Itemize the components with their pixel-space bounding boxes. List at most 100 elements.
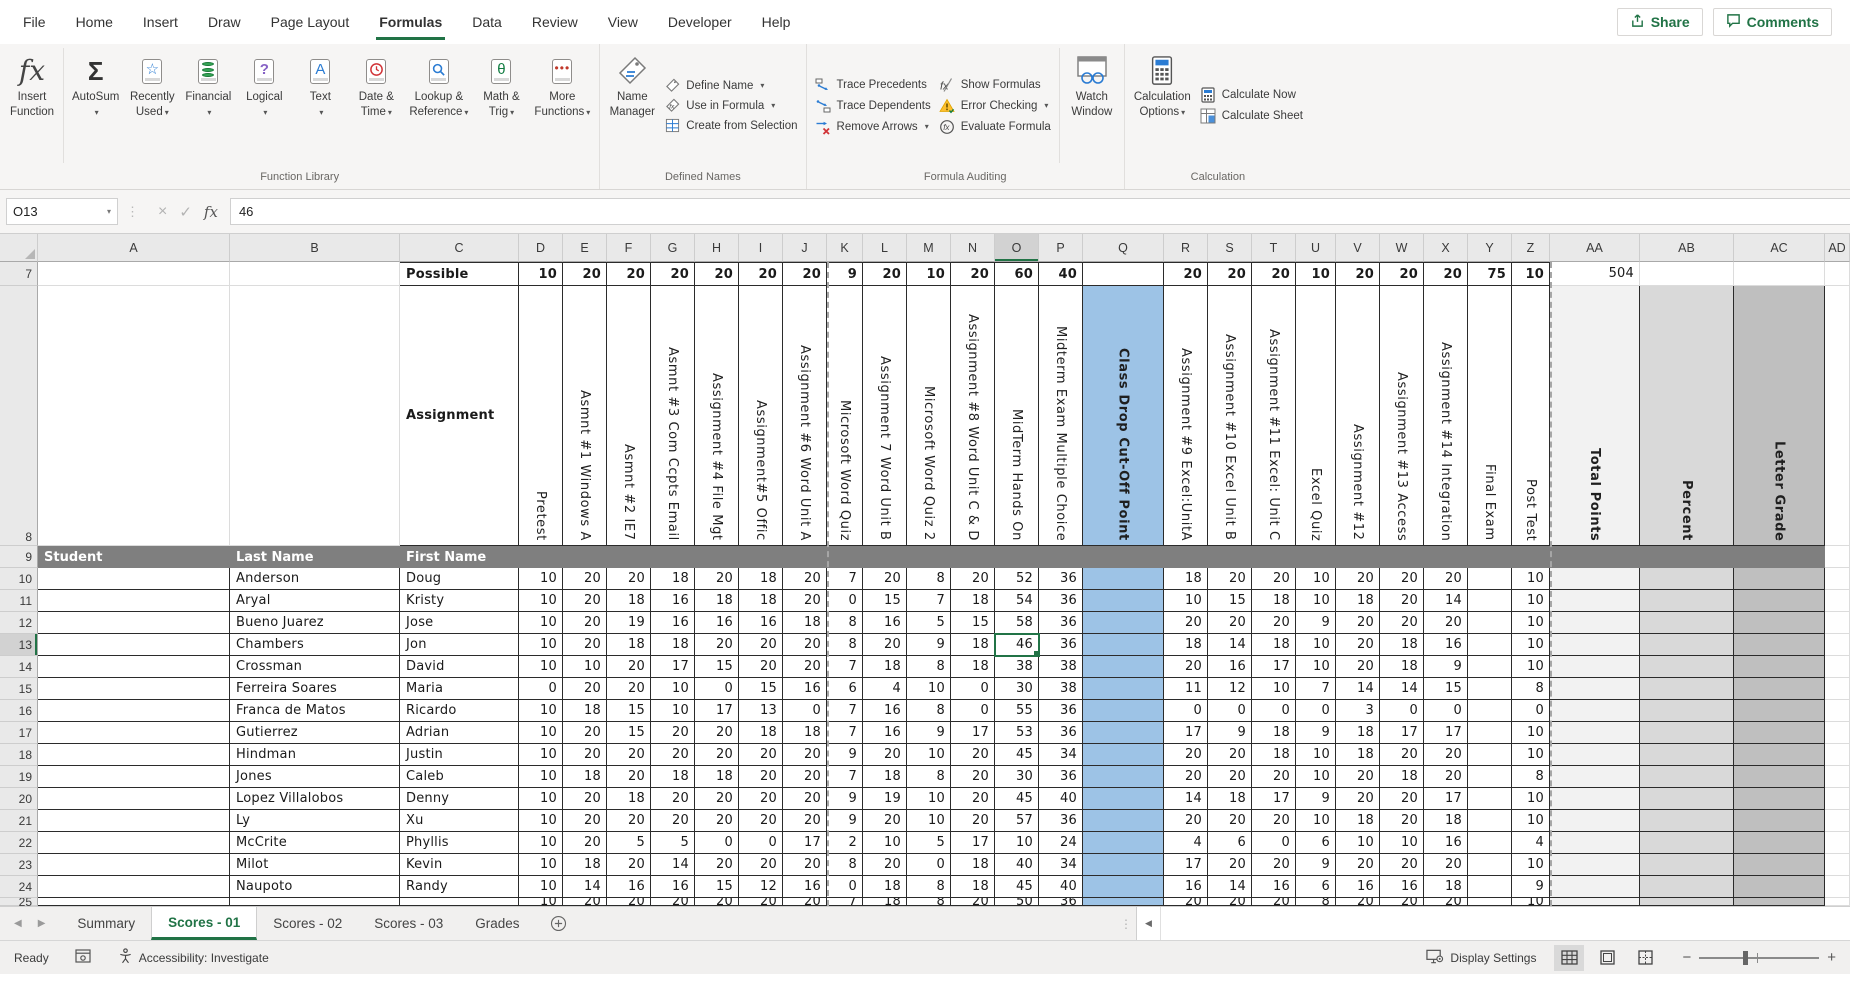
- cell-C18[interactable]: Justin: [400, 744, 519, 766]
- show-formulas-button[interactable]: fx Show Formulas: [939, 77, 1051, 93]
- cell-H23[interactable]: 20: [695, 854, 739, 876]
- cell-I24[interactable]: 12: [739, 876, 783, 898]
- cell-G8[interactable]: Asmnt #3 Com Ccpts Email: [651, 286, 695, 546]
- cell-O25[interactable]: 50: [995, 898, 1039, 906]
- cell-U11[interactable]: 10: [1296, 590, 1336, 612]
- column-header-V[interactable]: V: [1336, 234, 1380, 262]
- cell-M7[interactable]: 10: [907, 262, 951, 286]
- cell-I16[interactable]: 13: [739, 700, 783, 722]
- ribbon-tab-review[interactable]: Review: [517, 0, 593, 44]
- cell-AB18[interactable]: [1640, 744, 1734, 766]
- cell-K12[interactable]: 8: [827, 612, 863, 634]
- cell-P15[interactable]: 38: [1039, 678, 1083, 700]
- cell-O8[interactable]: MidTerm Hands On: [995, 286, 1039, 546]
- cell-V24[interactable]: 16: [1336, 876, 1380, 898]
- cell-P23[interactable]: 34: [1039, 854, 1083, 876]
- cell-R22[interactable]: 4: [1164, 832, 1208, 854]
- cell-D23[interactable]: 10: [519, 854, 563, 876]
- cell-Z18[interactable]: 10: [1512, 744, 1550, 766]
- cell-N22[interactable]: 17: [951, 832, 995, 854]
- cell-E25[interactable]: 20: [563, 898, 607, 906]
- cell-S11[interactable]: 15: [1208, 590, 1252, 612]
- cell-W10[interactable]: 20: [1380, 568, 1424, 590]
- cell-P25[interactable]: 36: [1039, 898, 1083, 906]
- cell-Q7[interactable]: [1083, 262, 1164, 286]
- cell-L21[interactable]: 20: [863, 810, 907, 832]
- cell-D14[interactable]: 10: [519, 656, 563, 678]
- cell-I22[interactable]: 0: [739, 832, 783, 854]
- cell-D24[interactable]: 10: [519, 876, 563, 898]
- cell-Y23[interactable]: [1468, 854, 1512, 876]
- cell-H24[interactable]: 15: [695, 876, 739, 898]
- cell-N20[interactable]: 20: [951, 788, 995, 810]
- cell-AD17[interactable]: [1825, 722, 1850, 744]
- cell-X14[interactable]: 9: [1424, 656, 1468, 678]
- cell-AA18[interactable]: [1550, 744, 1640, 766]
- cell-Q22[interactable]: [1083, 832, 1164, 854]
- cell-V13[interactable]: 20: [1336, 634, 1380, 656]
- cell-AD24[interactable]: [1825, 876, 1850, 898]
- cell-O22[interactable]: 10: [995, 832, 1039, 854]
- cell-G20[interactable]: 20: [651, 788, 695, 810]
- cell-AA20[interactable]: [1550, 788, 1640, 810]
- cell-X8[interactable]: Assignment #14 Integration: [1424, 286, 1468, 546]
- cell-U21[interactable]: 10: [1296, 810, 1336, 832]
- cell-T22[interactable]: 0: [1252, 832, 1296, 854]
- cell-V23[interactable]: 20: [1336, 854, 1380, 876]
- cell-Q20[interactable]: [1083, 788, 1164, 810]
- column-header-AA[interactable]: AA: [1550, 234, 1640, 262]
- cell-AD22[interactable]: [1825, 832, 1850, 854]
- cell-Y14[interactable]: [1468, 656, 1512, 678]
- cell-M22[interactable]: 5: [907, 832, 951, 854]
- cell-Z10[interactable]: 10: [1512, 568, 1550, 590]
- cell-AA7[interactable]: 504: [1550, 262, 1640, 286]
- cell-S18[interactable]: 20: [1208, 744, 1252, 766]
- cell-F7[interactable]: 20: [607, 262, 651, 286]
- cell-P24[interactable]: 40: [1039, 876, 1083, 898]
- cell-H18[interactable]: 20: [695, 744, 739, 766]
- cell-AB17[interactable]: [1640, 722, 1734, 744]
- cell-F8[interactable]: Asmnt #2 IE7: [607, 286, 651, 546]
- cell-H17[interactable]: 20: [695, 722, 739, 744]
- cell-T16[interactable]: 0: [1252, 700, 1296, 722]
- column-header-AD[interactable]: AD: [1825, 234, 1850, 262]
- cell-S24[interactable]: 14: [1208, 876, 1252, 898]
- insert-function-button[interactable]: fx Insert Function: [4, 46, 60, 165]
- row-header-24[interactable]: 24: [0, 876, 38, 898]
- cell-P11[interactable]: 36: [1039, 590, 1083, 612]
- cell-M24[interactable]: 8: [907, 876, 951, 898]
- cell-D11[interactable]: 10: [519, 590, 563, 612]
- cell-R24[interactable]: 16: [1164, 876, 1208, 898]
- cell-C7[interactable]: Possible: [400, 262, 519, 286]
- cell-M20[interactable]: 10: [907, 788, 951, 810]
- cell-AA19[interactable]: [1550, 766, 1640, 788]
- cell-C20[interactable]: Denny: [400, 788, 519, 810]
- cell-V25[interactable]: 20: [1336, 898, 1380, 906]
- ribbon-tab-page-layout[interactable]: Page Layout: [256, 0, 365, 44]
- cell-Y24[interactable]: [1468, 876, 1512, 898]
- cell-U17[interactable]: 9: [1296, 722, 1336, 744]
- cell-L12[interactable]: 16: [863, 612, 907, 634]
- cell-X11[interactable]: 14: [1424, 590, 1468, 612]
- cell-J10[interactable]: 20: [783, 568, 827, 590]
- cell-O17[interactable]: 53: [995, 722, 1039, 744]
- row-header-23[interactable]: 23: [0, 854, 38, 876]
- cell-U8[interactable]: Excel Quiz: [1296, 286, 1336, 546]
- cell-Q12[interactable]: [1083, 612, 1164, 634]
- cell-A21[interactable]: [38, 810, 230, 832]
- cell-AC14[interactable]: [1734, 656, 1825, 678]
- cell-M16[interactable]: 8: [907, 700, 951, 722]
- column-header-AC[interactable]: AC: [1734, 234, 1825, 262]
- cell-AB23[interactable]: [1640, 854, 1734, 876]
- cell-N17[interactable]: 17: [951, 722, 995, 744]
- cell-X23[interactable]: 20: [1424, 854, 1468, 876]
- cell-C15[interactable]: Maria: [400, 678, 519, 700]
- cell-AD16[interactable]: [1825, 700, 1850, 722]
- cell-B21[interactable]: Ly: [230, 810, 400, 832]
- row-header-8[interactable]: 8: [0, 286, 38, 546]
- cell-W13[interactable]: 18: [1380, 634, 1424, 656]
- cell-C13[interactable]: Jon: [400, 634, 519, 656]
- cell-C25[interactable]: [400, 898, 519, 906]
- cell-P13[interactable]: 36: [1039, 634, 1083, 656]
- accessibility-status[interactable]: Accessibility: Investigate: [118, 948, 269, 967]
